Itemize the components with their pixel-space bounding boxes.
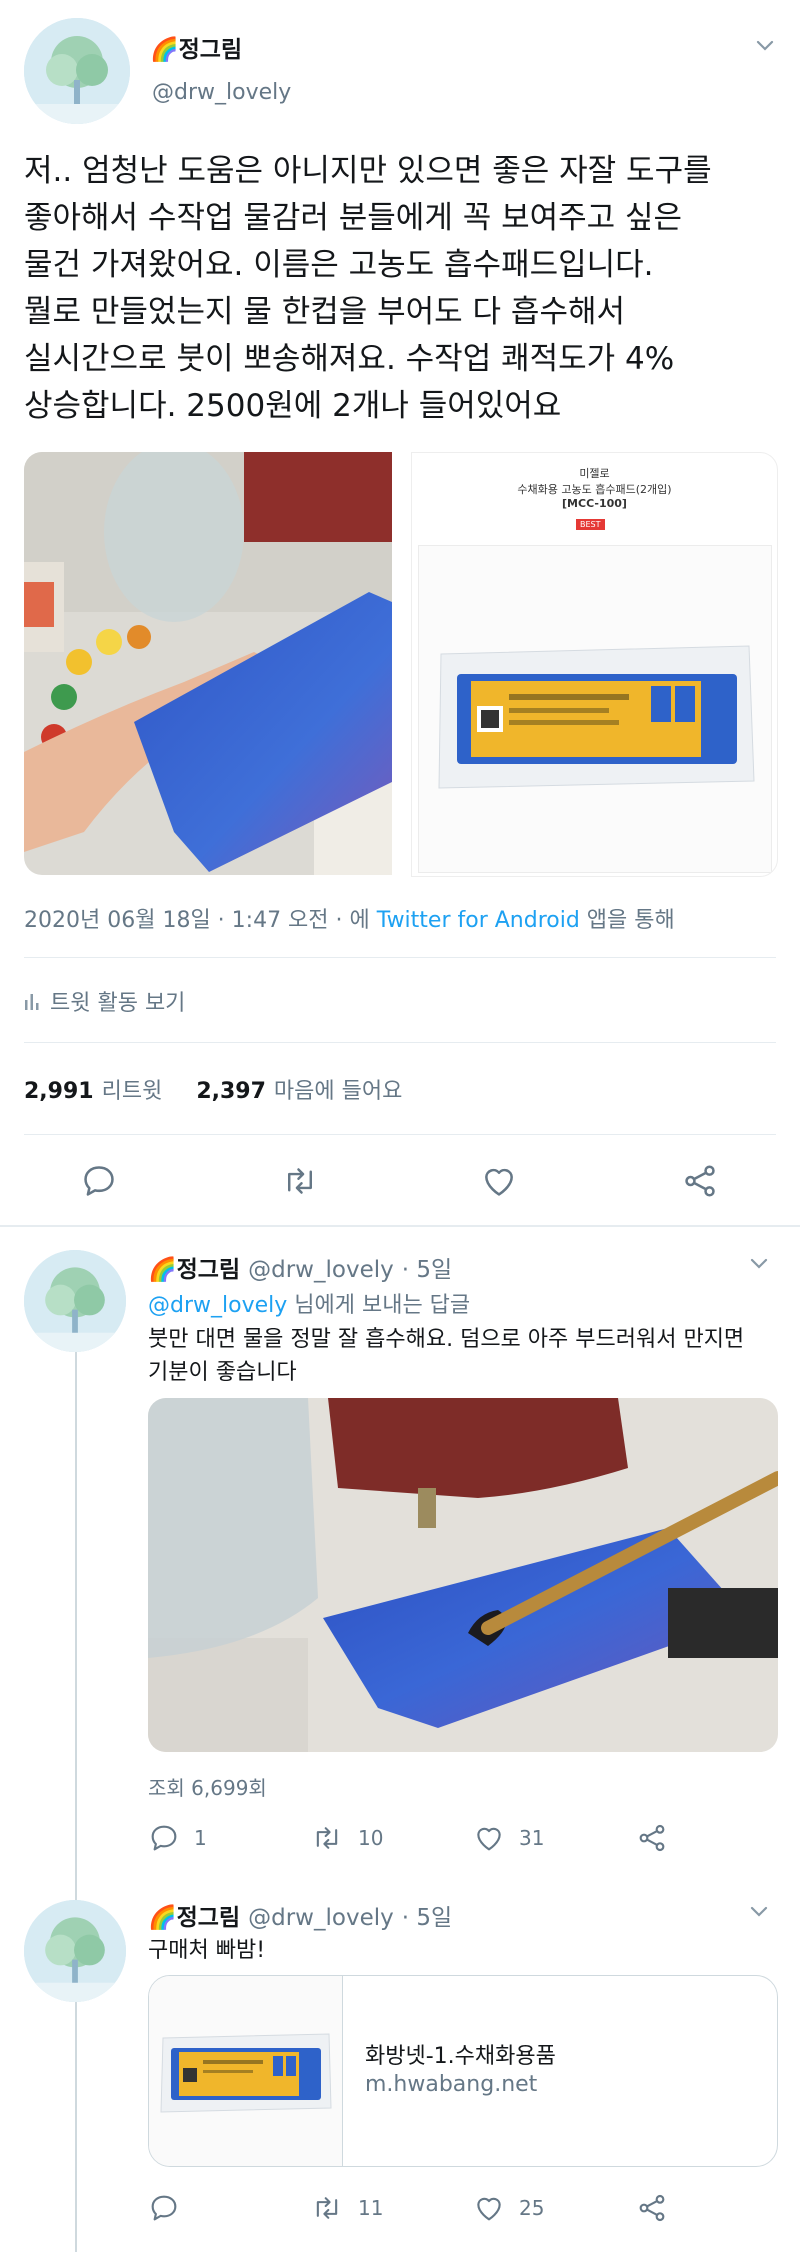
product-frame	[418, 545, 772, 873]
view-count: 조회 6,699회	[148, 1776, 267, 1800]
like-icon	[477, 2197, 501, 2221]
avatar-image	[24, 18, 130, 124]
reply-header: 🌈정그림 @drw_lovely · 5일	[148, 1898, 452, 1932]
reply-icon	[151, 2195, 177, 2221]
tweet-text: 저.. 엄청난 도움은 아니지만 있으면 좋은 자잘 도구를 좋아해서 수작업 …	[24, 148, 784, 430]
like-action[interactable]: 31	[473, 1822, 544, 1854]
link-card-thumbnail	[149, 1976, 343, 2166]
chevron-down-icon[interactable]	[748, 1900, 770, 1922]
retweet-count: 10	[358, 1826, 384, 1850]
reply-text: 붓만 대면 물을 정말 잘 흡수해요. 덤으로 아주 부드러워서 만지면 기분이…	[148, 1323, 778, 1389]
retweet-count: 11	[358, 2196, 384, 2220]
tweet-text-line: 실시간으로 붓이 뽀송해져요. 수작업 쾌적도가 4%	[24, 341, 675, 377]
tweet-text-line: 뭘로 만들었는지 물 한컵을 부어도 다 흡수해서	[24, 294, 626, 330]
activity-label: 트윗 활동 보기	[50, 991, 186, 1016]
like-count: 31	[519, 1826, 545, 1850]
reply-to-suffix: 님에게 보내는 답글	[287, 1293, 471, 1318]
retweet-icon	[316, 2197, 338, 2219]
video-thumbnail	[148, 1398, 778, 1752]
divider	[24, 1042, 776, 1043]
timestamp[interactable]: · 5일	[402, 1898, 452, 1932]
like-icon[interactable]	[480, 1162, 518, 1200]
engagement-stats: 2,991 리트윗 2,397 마음에 들어요	[24, 1073, 402, 1105]
retweet-icon[interactable]	[280, 1162, 320, 1200]
reply-video[interactable]	[148, 1398, 778, 1752]
reply-text-line: 붓만 대면 물을 정말 잘 흡수해요. 덤으로 아주 부드러워서 만지면	[148, 1327, 745, 1352]
link-card[interactable]: 화방넷-1.수채화용품 m.hwabang.net	[148, 1975, 778, 2167]
reply-icon[interactable]	[80, 1162, 118, 1200]
tweet-text-line: 좋아해서 수작업 물감러 분들에게 꼭 보여주고 싶은	[24, 200, 683, 236]
reply-action[interactable]: 1	[148, 1822, 207, 1854]
thread-line	[75, 1340, 77, 2252]
reply-to-handle[interactable]: @drw_lovely	[148, 1293, 287, 1318]
photo-hand-pad	[24, 452, 392, 875]
handle[interactable]: @drw_lovely	[152, 80, 291, 105]
source-suffix: 앱을 통해	[579, 908, 675, 933]
tweet-text-line: 물건 가져왔어요. 이름은 고농도 흡수패드입니다.	[24, 247, 654, 283]
reply-count: 1	[194, 1826, 207, 1850]
display-name[interactable]: 🌈정그림	[148, 1250, 240, 1284]
reply-text: 구매처 빠밤!	[148, 1938, 266, 1963]
retweet-label[interactable]: 리트윗	[102, 1073, 163, 1105]
divider	[24, 1134, 776, 1135]
tweet-meta: 2020년 06월 18일 · 1:47 오전 · 에 Twitter for …	[24, 902, 675, 934]
like-count[interactable]: 2,397	[196, 1079, 266, 1104]
reply-to: @drw_lovely 님에게 보내는 답글	[148, 1287, 470, 1319]
product-code: [MCC-100]	[562, 497, 627, 510]
product-brand: 미젤로	[579, 467, 610, 480]
timestamp[interactable]: 2020년 06월 18일 · 1:47 오전 · 에	[24, 908, 377, 933]
like-icon	[477, 1827, 501, 1851]
tweet-text-line: 상승합니다. 2500원에 2개나 들어있어요	[24, 388, 562, 424]
reply-header: 🌈정그림 @drw_lovely · 5일	[148, 1250, 452, 1284]
display-name[interactable]: 🌈정그림	[150, 30, 242, 64]
reply-text-line: 기분이 좋습니다	[148, 1360, 297, 1385]
share-icon[interactable]	[636, 1822, 668, 1854]
bar-chart-icon	[25, 994, 39, 1010]
like-action[interactable]: 25	[473, 2192, 544, 2224]
handle[interactable]: @drw_lovely	[248, 1905, 394, 1931]
product-package	[419, 546, 771, 872]
tweet-activity-link[interactable]: 트윗 활동 보기	[24, 985, 185, 1017]
share-icon[interactable]	[636, 2192, 668, 2224]
avatar[interactable]	[24, 1250, 126, 1352]
chevron-down-icon[interactable]	[748, 1252, 770, 1274]
divider	[0, 1225, 800, 1227]
retweet-icon	[316, 1827, 338, 1849]
display-name[interactable]: 🌈정그림	[148, 1898, 240, 1932]
avatar-image	[24, 1900, 126, 2002]
reply-icon	[151, 1825, 177, 1851]
handle[interactable]: @drw_lovely	[248, 1257, 394, 1283]
reply-action[interactable]	[148, 2192, 194, 2224]
like-count: 25	[519, 2196, 545, 2220]
divider	[24, 957, 776, 958]
timestamp[interactable]: · 5일	[402, 1250, 452, 1284]
tweet-text-line: 저.. 엄청난 도움은 아니지만 있으면 좋은 자잘 도구를	[24, 153, 712, 189]
best-badge: BEST	[576, 519, 605, 530]
link-card-domain: m.hwabang.net	[365, 2072, 538, 2097]
link-card-title: 화방넷-1.수채화용품	[365, 2044, 556, 2069]
retweet-action[interactable]: 10	[310, 1822, 383, 1854]
avatar[interactable]	[24, 1900, 126, 2002]
retweet-action[interactable]: 11	[310, 2192, 383, 2224]
source-link[interactable]: Twitter for Android	[377, 908, 580, 933]
card-package-image	[160, 2033, 332, 2113]
avatar[interactable]	[24, 18, 130, 124]
tweet-photo-2[interactable]: 미젤로 수채화용 고농도 흡수패드(2개입) [MCC-100] BEST	[411, 452, 778, 877]
share-icon[interactable]	[681, 1162, 719, 1200]
product-title: 수채화용 고농도 흡수패드(2개입)	[517, 483, 672, 496]
retweet-count[interactable]: 2,991	[24, 1079, 94, 1104]
avatar-image	[24, 1250, 126, 1352]
chevron-down-icon[interactable]	[754, 34, 776, 56]
like-label[interactable]: 마음에 들어요	[274, 1073, 402, 1105]
tweet-photo-1[interactable]	[24, 452, 392, 875]
